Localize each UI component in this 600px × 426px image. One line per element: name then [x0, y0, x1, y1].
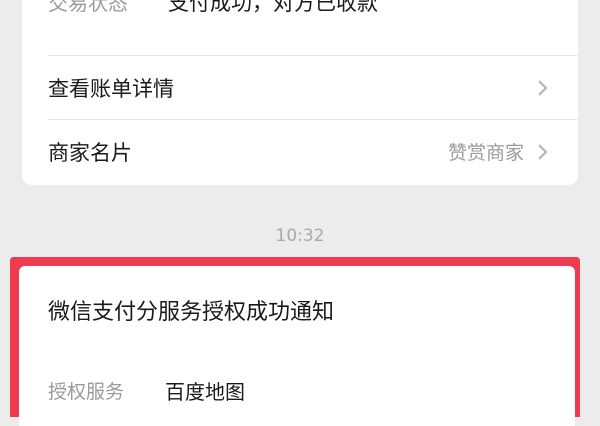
notification-title[interactable]: 微信支付分服务授权成功通知 [48, 294, 334, 326]
merchant-card-row[interactable]: 商家名片 赞赏商家 [22, 120, 578, 183]
view-bill-details-label: 查看账单详情 [48, 76, 174, 101]
authorization-notification-card[interactable]: 微信支付分服务授权成功通知 授权服务 百度地图 [19, 266, 575, 426]
chevron-right-icon [538, 143, 548, 160]
merchant-card-label: 商家名片 [48, 140, 132, 165]
transaction-status-row: 交易状态 支付成功，对方已收款 [22, 0, 578, 26]
view-bill-details-row[interactable]: 查看账单详情 [22, 56, 578, 119]
reward-merchant-value: 赞赏商家 [447, 142, 524, 164]
transaction-status-label: 交易状态 [48, 0, 128, 15]
message-timestamp: 10:32 [275, 226, 325, 246]
chevron-right-icon [538, 79, 548, 96]
transaction-card: 交易状态 支付成功，对方已收款 查看账单详情 商家名片 赞赏商家 [22, 0, 578, 185]
authorized-service-value: 百度地图 [165, 380, 245, 404]
transaction-status-value: 支付成功，对方已收款 [168, 0, 378, 15]
